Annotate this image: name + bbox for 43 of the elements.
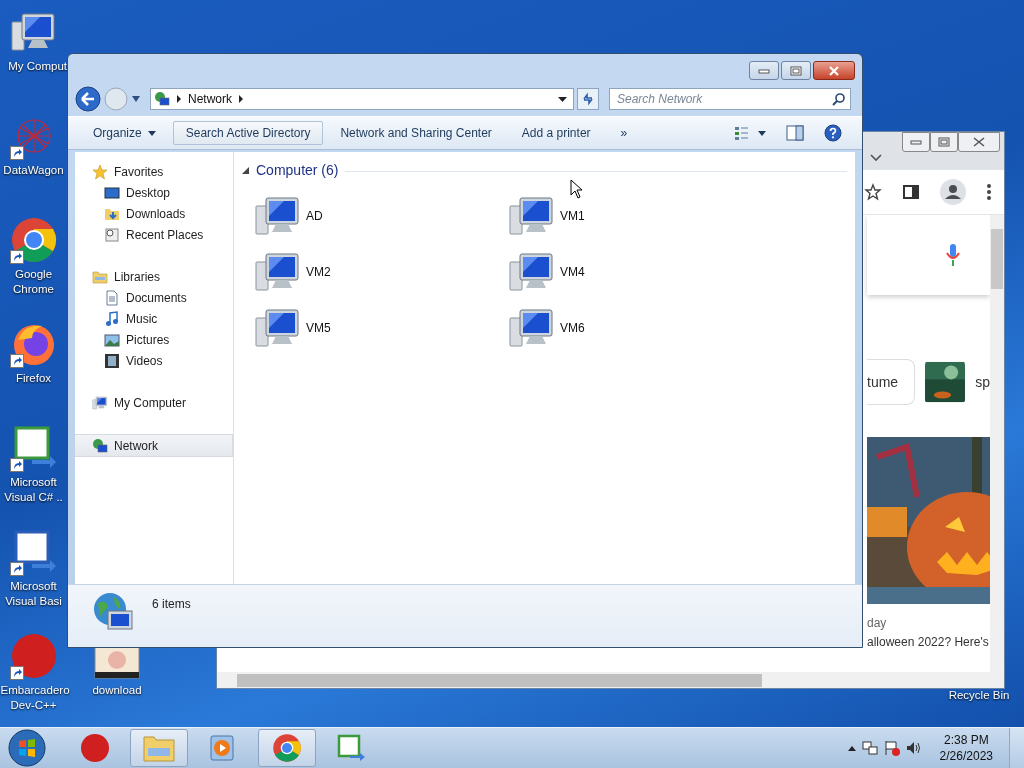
- nav-item[interactable]: Network: [75, 434, 233, 457]
- clock-time: 2:38 PM: [943, 732, 989, 748]
- computer-name[interactable]: VM2: [306, 265, 331, 279]
- computer-name[interactable]: VM5: [306, 321, 331, 335]
- desktop-icon-label[interactable]: Firefox: [15, 371, 52, 386]
- item-count: 6 items: [152, 597, 191, 611]
- toolbar-button[interactable]: Network and Sharing Center: [327, 121, 505, 145]
- computer-name[interactable]: VM6: [560, 321, 585, 335]
- desktop-icon-label[interactable]: My Comput: [8, 59, 67, 74]
- nav-item[interactable]: My Computer: [75, 392, 233, 413]
- nav-item[interactable]: Libraries: [75, 266, 233, 287]
- search-field[interactable]: Search Network: [609, 88, 851, 110]
- breadcrumb[interactable]: Network: [188, 92, 232, 106]
- clock[interactable]: 2:38 PM 2/26/2023: [939, 732, 993, 764]
- computer-name[interactable]: VM1: [560, 209, 585, 223]
- toolbar-button[interactable]: Organize: [80, 121, 169, 145]
- search-chip[interactable]: sp: [975, 374, 990, 390]
- desktop-icon-label[interactable]: download: [92, 683, 142, 698]
- group-header[interactable]: Computer (6): [256, 162, 339, 178]
- clock-date: 2/26/2023: [939, 748, 993, 764]
- nav-item[interactable]: Pictures: [75, 329, 233, 350]
- desktop-icon-label[interactable]: Microsoft Visual Basi: [0, 579, 67, 609]
- nav-item[interactable]: Favorites: [75, 161, 233, 182]
- desktop-icon-label[interactable]: Recycle Bin: [948, 688, 1010, 703]
- toolbar-button[interactable]: Search Active Directory: [172, 121, 324, 145]
- computer-name[interactable]: AD: [306, 209, 323, 223]
- toolbar-button[interactable]: »: [607, 121, 641, 145]
- nav-item[interactable]: Downloads: [75, 203, 233, 224]
- computer-name[interactable]: VM4: [560, 265, 585, 279]
- headline-link[interactable]: alloween 2022? Here's: [867, 635, 990, 649]
- address-bar[interactable]: Network: [150, 88, 574, 110]
- nav-item[interactable]: Documents: [75, 287, 233, 308]
- toolbar-button[interactable]: Add a printer: [508, 121, 604, 145]
- nav-item[interactable]: Recent Places: [75, 224, 233, 245]
- desktop-icon-label[interactable]: Embarcadero Dev-C++: [0, 683, 67, 713]
- nav-item[interactable]: Desktop: [75, 182, 233, 203]
- search-chip[interactable]: tume: [867, 359, 916, 405]
- desktop-icon-label[interactable]: Google Chrome: [0, 267, 67, 297]
- caption-text: day: [867, 616, 888, 630]
- nav-item[interactable]: Videos: [75, 350, 233, 371]
- nav-item[interactable]: Music: [75, 308, 233, 329]
- desktop-icon-label[interactable]: Microsoft Visual C# ..: [0, 475, 67, 505]
- desktop-icon-label[interactable]: DataWagon: [3, 163, 64, 178]
